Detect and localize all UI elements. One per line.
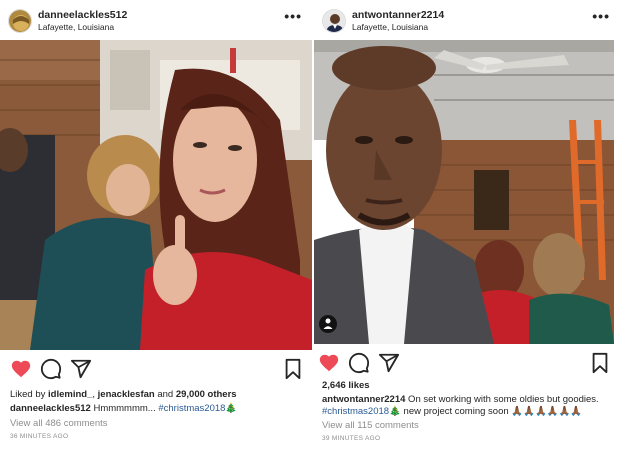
likes-count-text[interactable]: 2,646 likes xyxy=(322,380,370,391)
post-timestamp: 39 MINUTES AGO xyxy=(322,435,381,442)
liked-by-others[interactable]: 29,000 others xyxy=(176,389,237,400)
share-icon[interactable] xyxy=(378,352,400,374)
heart-icon[interactable] xyxy=(10,358,32,380)
post-left: danneelackles512 Lafayette, Louisiana ••… xyxy=(0,0,312,451)
post-photo[interactable] xyxy=(0,40,312,350)
more-options-icon[interactable]: ••• xyxy=(592,9,610,23)
caption-text: Hmmmmmm... xyxy=(90,403,159,414)
heart-icon[interactable] xyxy=(318,352,340,374)
view-comments-link[interactable]: View all 115 comments xyxy=(322,420,419,431)
post-actions xyxy=(314,350,620,376)
bookmark-icon[interactable] xyxy=(282,358,304,380)
username[interactable]: danneelackles512 xyxy=(38,9,127,21)
caption-username[interactable]: danneelackles512 xyxy=(10,403,91,414)
caption-emoji-2: 🙏🏾🙏🏾🙏🏾🙏🏾🙏🏾🙏🏾 xyxy=(511,406,583,417)
caption-text-2: new project coming soon xyxy=(400,406,512,417)
post-timestamp: 36 MINUTES AGO xyxy=(10,433,69,440)
post-actions xyxy=(0,356,312,382)
post-header: danneelackles512 Lafayette, Louisiana ••… xyxy=(0,0,312,40)
liked-by-text: Liked by idlemind_, jenacklesfan and 29,… xyxy=(10,389,237,400)
liked-by-and: and xyxy=(154,389,176,400)
avatar[interactable] xyxy=(322,9,346,33)
caption-emoji: 🎄 xyxy=(225,403,238,414)
comment-icon[interactable] xyxy=(348,352,370,374)
caption-emoji: 🎄 xyxy=(389,406,401,417)
likes-count[interactable]: 2,646 likes xyxy=(322,380,370,391)
bookmark-icon[interactable] xyxy=(589,352,611,374)
location-link[interactable]: Lafayette, Louisiana xyxy=(352,22,428,32)
share-icon[interactable] xyxy=(70,358,92,380)
post-header: antwontanner2214 Lafayette, Louisiana ••… xyxy=(314,0,620,40)
avatar[interactable] xyxy=(8,9,32,33)
more-options-icon[interactable]: ••• xyxy=(284,9,302,23)
comment-icon[interactable] xyxy=(40,358,62,380)
location-link[interactable]: Lafayette, Louisiana xyxy=(38,22,114,32)
liked-by-user[interactable]: idlemind_ xyxy=(48,389,92,400)
post-right: antwontanner2214 Lafayette, Louisiana ••… xyxy=(314,0,620,451)
caption-text: On set working with some oldies but good… xyxy=(405,394,599,405)
liked-by-user[interactable]: jenacklesfan xyxy=(98,389,155,400)
view-comments-link[interactable]: View all 486 comments xyxy=(10,418,108,429)
post-caption: danneelackles512 Hmmmmmm... #christmas20… xyxy=(10,403,237,415)
username[interactable]: antwontanner2214 xyxy=(352,9,444,21)
caption-username[interactable]: antwontanner2214 xyxy=(322,394,405,405)
caption-hashtag[interactable]: #christmas2018 xyxy=(158,403,225,414)
liked-by-prefix: Liked by xyxy=(10,389,49,400)
post-caption: antwontanner2214 On set working with som… xyxy=(322,394,599,418)
post-photo[interactable] xyxy=(314,40,614,344)
caption-hashtag[interactable]: #christmas2018 xyxy=(322,406,389,417)
